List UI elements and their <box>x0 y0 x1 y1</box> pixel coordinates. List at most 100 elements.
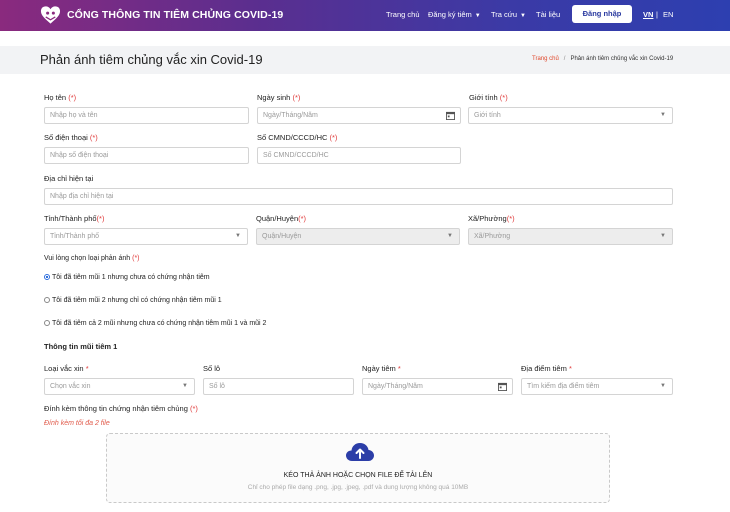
attachment-limit-note: Đính kèm tối đa 2 file <box>44 420 110 427</box>
nav-docs[interactable]: Tài liệu <box>536 10 560 19</box>
required-mark: (*) <box>96 214 105 223</box>
dose-date-input[interactable]: Ngày/Tháng/Năm <box>362 378 513 395</box>
gender-select[interactable]: Giới tính ▼ <box>468 107 673 124</box>
login-button[interactable]: Đăng nhập <box>572 5 632 23</box>
lang-separator: | <box>656 10 658 19</box>
attachment-label: Đính kèm thông tin chứng nhận tiêm chủng… <box>44 404 198 413</box>
required-mark: (*) <box>292 93 301 102</box>
full-name-label-text: Họ tên <box>44 93 67 102</box>
required-mark: (*) <box>329 133 338 142</box>
required-mark: (*) <box>189 404 198 413</box>
chevron-down-icon: ▼ <box>447 233 453 239</box>
dob-input[interactable]: Ngày/Tháng/Năm <box>257 107 461 124</box>
vaccine-label: Loại vắc xin * <box>44 364 89 373</box>
province-label: Tỉnh/Thành phố(*) <box>44 214 104 223</box>
vaccine-label-text: Loại vắc xin <box>44 364 84 373</box>
phone-label-text: Số điện thoại <box>44 133 88 142</box>
id-number-label: Số CMND/CCCD/HC (*) <box>257 133 337 142</box>
dropzone-hint: Chỉ cho phép file dạng .png, .jpg, .jpeg… <box>247 484 469 491</box>
report-option-2-label: Tôi đã tiêm mũi 2 nhưng chỉ có chứng nhậ… <box>52 297 222 304</box>
report-option-1-label: Tôi đã tiêm mũi 1 nhưng chưa có chứng nh… <box>52 274 210 281</box>
page-title-band: Phản ánh tiêm chủng vắc xin Covid-19 Tra… <box>0 46 730 74</box>
full-name-label: Họ tên (*) <box>44 93 76 102</box>
gender-label-text: Giới tính <box>469 93 498 102</box>
heart-logo-icon[interactable] <box>40 5 61 25</box>
required-mark: (*) <box>89 133 98 142</box>
report-option-3[interactable]: Tôi đã tiêm cả 2 mũi nhưng chưa có chứng… <box>44 320 266 327</box>
calendar-icon[interactable] <box>446 111 455 120</box>
address-input[interactable]: Nhập địa chỉ hiện tại <box>44 188 673 205</box>
dob-label: Ngày sinh (*) <box>257 93 300 102</box>
radio-icon[interactable] <box>44 297 50 303</box>
province-label-text: Tỉnh/Thành phố <box>44 214 97 223</box>
report-option-2[interactable]: Tôi đã tiêm mũi 2 nhưng chỉ có chứng nhậ… <box>44 297 222 304</box>
nav-register-label: Đăng ký tiêm <box>428 10 472 19</box>
lang-en-link[interactable]: EN <box>663 10 673 19</box>
district-placeholder: Quận/Huyện <box>262 233 302 240</box>
province-placeholder: Tỉnh/Thành phố <box>50 233 100 240</box>
gender-label: Giới tính (*) <box>469 93 508 102</box>
dob-placeholder: Ngày/Tháng/Năm <box>263 112 318 119</box>
province-select[interactable]: Tỉnh/Thành phố ▼ <box>44 228 248 245</box>
top-navbar: CỔNG THÔNG TIN TIÊM CHỦNG COVID-19 Trang… <box>0 0 730 31</box>
required-mark: * <box>568 364 572 373</box>
breadcrumb-separator: / <box>563 56 566 62</box>
phone-label: Số điện thoại (*) <box>44 133 98 142</box>
ward-label-text: Xã/Phường <box>468 214 507 223</box>
attachment-label-text: Đính kèm thông tin chứng nhận tiêm chủng <box>44 404 188 413</box>
radio-selected-icon[interactable] <box>44 274 50 280</box>
calendar-icon[interactable] <box>498 382 507 391</box>
chevron-down-icon: ▼ <box>520 13 526 19</box>
ward-placeholder: Xã/Phường <box>474 233 511 240</box>
nav-home[interactable]: Trang chủ <box>386 10 420 19</box>
page-title: Phản ánh tiêm chủng vắc xin Covid-19 <box>40 52 263 67</box>
report-type-label: Vui lòng chọn loại phản ánh (*) <box>44 255 140 262</box>
ward-select[interactable]: Xã/Phường ▼ <box>468 228 673 245</box>
nav-lookup[interactable]: Tra cứu ▼ <box>491 10 526 19</box>
lot-input[interactable]: Số lô <box>203 378 354 395</box>
dose-place-label: Địa điểm tiêm * <box>521 364 572 373</box>
vaccine-select[interactable]: Chọn vắc xin ▼ <box>44 378 195 395</box>
gender-placeholder: Giới tính <box>474 112 501 119</box>
report-type-label-text: Vui lòng chọn loại phản ánh <box>44 255 131 262</box>
address-label: Địa chỉ hiện tại <box>44 174 94 183</box>
report-option-1[interactable]: Tôi đã tiêm mũi 1 nhưng chưa có chứng nh… <box>44 274 210 281</box>
phone-input[interactable]: Nhập số điện thoại <box>44 147 249 164</box>
required-mark: (*) <box>506 214 515 223</box>
nav-register[interactable]: Đăng ký tiêm ▼ <box>428 10 481 19</box>
district-select[interactable]: Quận/Huyện ▼ <box>256 228 460 245</box>
dose-date-placeholder: Ngày/Tháng/Năm <box>368 383 423 390</box>
chevron-down-icon: ▼ <box>660 383 666 389</box>
chevron-down-icon: ▼ <box>235 233 241 239</box>
id-number-input[interactable]: Số CMND/CCCD/HC <box>257 147 461 164</box>
required-mark: * <box>85 364 89 373</box>
chevron-down-icon: ▼ <box>474 13 481 19</box>
vaccine-placeholder: Chọn vắc xin <box>50 383 91 390</box>
id-number-label-text: Số CMND/CCCD/HC <box>257 133 328 142</box>
nav-lookup-label: Tra cứu <box>491 10 517 19</box>
dose-date-label-text: Ngày tiêm <box>362 364 396 373</box>
dropzone-title: KÉO THẢ ẢNH HOẶC CHỌN FILE ĐỂ TẢI LÊN <box>283 472 433 479</box>
breadcrumb: Trang chủ / Phản ánh tiêm chủng vắc xin Co… <box>532 56 673 62</box>
lang-vn-link[interactable]: VN <box>643 10 653 19</box>
site-brand[interactable]: CỔNG THÔNG TIN TIÊM CHỦNG COVID-19 <box>67 9 283 21</box>
chevron-down-icon: ▼ <box>182 383 188 389</box>
required-mark: (*) <box>68 93 77 102</box>
dose-place-select[interactable]: Tìm kiếm địa điểm tiêm ▼ <box>521 378 673 395</box>
dob-label-text: Ngày sinh <box>257 93 291 102</box>
dose1-section-title: Thông tin mũi tiêm 1 <box>44 342 118 351</box>
breadcrumb-current: Phản ánh tiêm chủng vắc xin Covid-19 <box>570 56 674 62</box>
ward-label: Xã/Phường(*) <box>468 214 515 223</box>
district-label: Quận/Huyện(*) <box>256 214 306 223</box>
dose-place-placeholder: Tìm kiếm địa điểm tiêm <box>527 383 600 390</box>
required-mark: (*) <box>499 93 508 102</box>
dose-place-label-text: Địa điểm tiêm <box>521 364 567 373</box>
breadcrumb-home-link[interactable]: Trang chủ <box>532 56 559 62</box>
radio-icon[interactable] <box>44 320 50 326</box>
chevron-down-icon: ▼ <box>660 112 666 118</box>
full-name-input[interactable]: Nhập họ và tên <box>44 107 249 124</box>
cloud-upload-icon[interactable] <box>345 441 375 463</box>
required-mark: (*) <box>132 255 140 262</box>
file-dropzone[interactable]: KÉO THẢ ẢNH HOẶC CHỌN FILE ĐỂ TẢI LÊN Ch… <box>106 433 610 503</box>
dose-date-label: Ngày tiêm * <box>362 364 401 373</box>
